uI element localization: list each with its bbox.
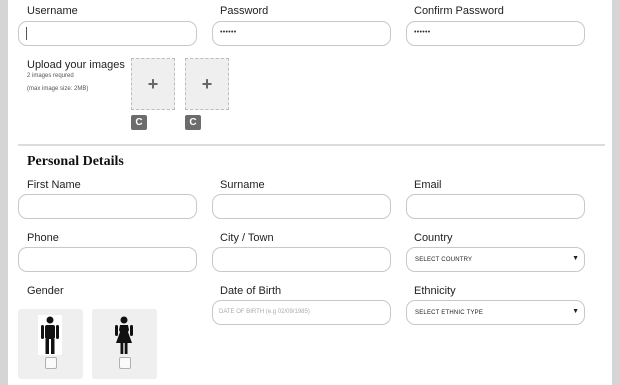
dob-placeholder: DATE OF BIRTH (e.g 02/09/1985)	[219, 309, 310, 315]
gender-female-checkbox[interactable]	[119, 357, 131, 369]
username-label: Username	[27, 5, 78, 17]
confirm-password-value: ••••••	[414, 29, 431, 36]
city-label: City / Town	[220, 232, 274, 244]
chevron-down-icon: ▼	[572, 255, 579, 262]
dob-label: Date of Birth	[220, 285, 282, 297]
confirm-password-label: Confirm Password	[414, 5, 504, 17]
surname-label: Surname	[220, 179, 265, 191]
plus-icon: +	[201, 74, 213, 94]
refresh-icon[interactable]: C	[185, 115, 201, 130]
password-label: Password	[220, 5, 269, 17]
gender-male-checkbox[interactable]	[45, 357, 57, 369]
upload-hint-size: (max image size: 2MB)	[27, 86, 89, 92]
password-value: ••••••	[220, 29, 237, 36]
upload-title: Upload your images	[27, 59, 125, 71]
registration-form: Username Password •••••• Confirm Passwor…	[8, 0, 612, 385]
ethnicity-label: Ethnicity	[414, 285, 456, 297]
country-select-value: SELECT COUNTRY	[415, 257, 473, 263]
image-upload-slot-1[interactable]: +	[131, 58, 175, 110]
image-upload-slot-2[interactable]: +	[185, 58, 229, 110]
phone-input[interactable]	[18, 247, 197, 272]
section-divider	[18, 144, 605, 146]
city-input[interactable]	[212, 247, 391, 272]
gender-option-male[interactable]	[18, 309, 83, 379]
password-input[interactable]: ••••••	[212, 21, 391, 46]
personal-details-heading: Personal Details	[27, 154, 124, 169]
male-figure-icon	[38, 315, 62, 355]
confirm-password-input[interactable]: ••••••	[406, 21, 585, 46]
surname-input[interactable]	[212, 194, 391, 219]
female-figure-icon	[115, 316, 133, 354]
upload-hint-count: 2 images requred	[27, 73, 74, 79]
text-cursor	[26, 27, 27, 40]
ethnicity-select[interactable]: SELECT ETHNIC TYPE ▼	[406, 300, 585, 325]
first-name-input[interactable]	[18, 194, 197, 219]
country-label: Country	[414, 232, 453, 244]
chevron-down-icon: ▼	[572, 308, 579, 315]
plus-icon: +	[147, 74, 159, 94]
email-label: Email	[414, 179, 442, 191]
email-input[interactable]	[406, 194, 585, 219]
dob-input[interactable]: DATE OF BIRTH (e.g 02/09/1985)	[212, 300, 391, 325]
gender-label: Gender	[27, 285, 64, 297]
country-select[interactable]: SELECT COUNTRY ▼	[406, 247, 585, 272]
phone-label: Phone	[27, 232, 59, 244]
gender-option-female[interactable]	[92, 309, 157, 379]
first-name-label: First Name	[27, 179, 81, 191]
ethnicity-select-value: SELECT ETHNIC TYPE	[415, 310, 484, 316]
username-input[interactable]	[18, 21, 197, 46]
refresh-icon[interactable]: C	[131, 115, 147, 130]
